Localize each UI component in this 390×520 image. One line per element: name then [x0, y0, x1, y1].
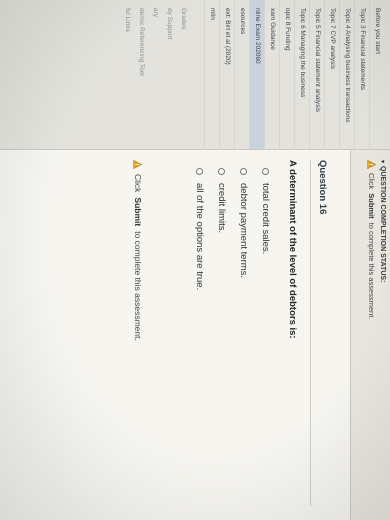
warning-triangle-icon [367, 160, 376, 169]
sidebar-item-topic-5[interactable]: Topic 5 Financial statement analysis [309, 0, 324, 149]
sidebar-item-exam-guidance[interactable]: xam Guidance [264, 0, 279, 149]
sidebar-item-topic-8[interactable]: opic 8 Funding [279, 0, 294, 149]
caret-down-icon: ▾ [379, 160, 385, 164]
photo-frame: Before you start Topic 3 Financial state… [0, 0, 390, 520]
status-click-word: Click [367, 173, 376, 190]
radio-button-icon[interactable] [218, 168, 226, 175]
course-page: Before you start Topic 3 Financial state… [0, 0, 390, 520]
question-text: A determinant of the level of debtors is… [287, 160, 298, 339]
sidebar-item-useful-links[interactable]: ful Links [120, 0, 134, 149]
sidebar-item-before-you-start[interactable]: Before you start [369, 0, 384, 149]
warning-triangle-icon [133, 160, 143, 169]
sidebar-item-grades[interactable]: Grades [176, 0, 190, 149]
sidebar-item-referencing-tool[interactable]: demic Referencing Tool [134, 0, 148, 149]
completion-status-toggle[interactable]: ▾ QUESTION COMPLETION STATUS: [379, 160, 386, 510]
status-submit-word: Submit [367, 193, 376, 219]
sidebar-item-topic-3[interactable]: Topic 3 Financial statements [354, 0, 369, 149]
sidebar-item-online-exam[interactable]: nline Exam 202060 [249, 0, 264, 149]
course-sidebar: Before you start Topic 3 Financial state… [0, 0, 390, 150]
answer-option-label: debtor payment terms. [238, 183, 250, 279]
answer-option[interactable]: all of the options are true. [189, 168, 211, 520]
answer-option[interactable]: credit limits. [211, 168, 233, 520]
answer-option-label: credit limits. [216, 183, 228, 234]
sidebar-item-mlin[interactable]: mlin [204, 0, 219, 149]
answer-option-label: total credit sales. [260, 183, 272, 255]
sidebar-item-resources[interactable]: esources [234, 0, 249, 149]
footer-click-word: Click [133, 174, 143, 193]
status-message-rest: to complete this assessment. [367, 222, 376, 320]
sidebar-item-library[interactable]: ary [148, 0, 162, 149]
radio-button-icon[interactable] [262, 168, 270, 175]
status-message: Click Submit to complete this assessment… [367, 160, 376, 510]
radio-button-icon[interactable] [240, 168, 248, 175]
radio-button-icon[interactable] [196, 168, 204, 175]
sidebar-item-topic-4[interactable]: Topic 4 Analysing business transactions [339, 0, 354, 149]
answer-option-label: all of the options are true. [194, 183, 206, 291]
question-divider [310, 160, 311, 506]
sidebar-item-text[interactable]: ext: Birt et al (2020) [219, 0, 234, 149]
answer-option[interactable]: total credit sales. [255, 168, 277, 520]
completion-status-title: QUESTION COMPLETION STATUS: [379, 166, 386, 283]
question-number: Question 16 [317, 160, 328, 215]
footer-message-rest: to complete this assessment. [133, 231, 143, 341]
answer-options: total credit sales. debtor payment terms… [189, 168, 277, 520]
sidebar-item-study-support[interactable]: dy Support [162, 0, 176, 149]
submit-reminder: Click Submit to complete this assessment… [133, 160, 143, 520]
answer-option[interactable]: debtor payment terms. [233, 168, 255, 520]
footer-submit-word: Submit [133, 197, 143, 227]
assessment-main: ▾ QUESTION COMPLETION STATUS: Click Subm… [0, 150, 390, 520]
sidebar-item-topic-6[interactable]: Topic 6 Managing the business [294, 0, 309, 149]
sidebar-item-topic-7[interactable]: Topic 7 CVP analysis [324, 0, 339, 149]
completion-status-bar: ▾ QUESTION COMPLETION STATUS: Click Subm… [350, 150, 390, 520]
